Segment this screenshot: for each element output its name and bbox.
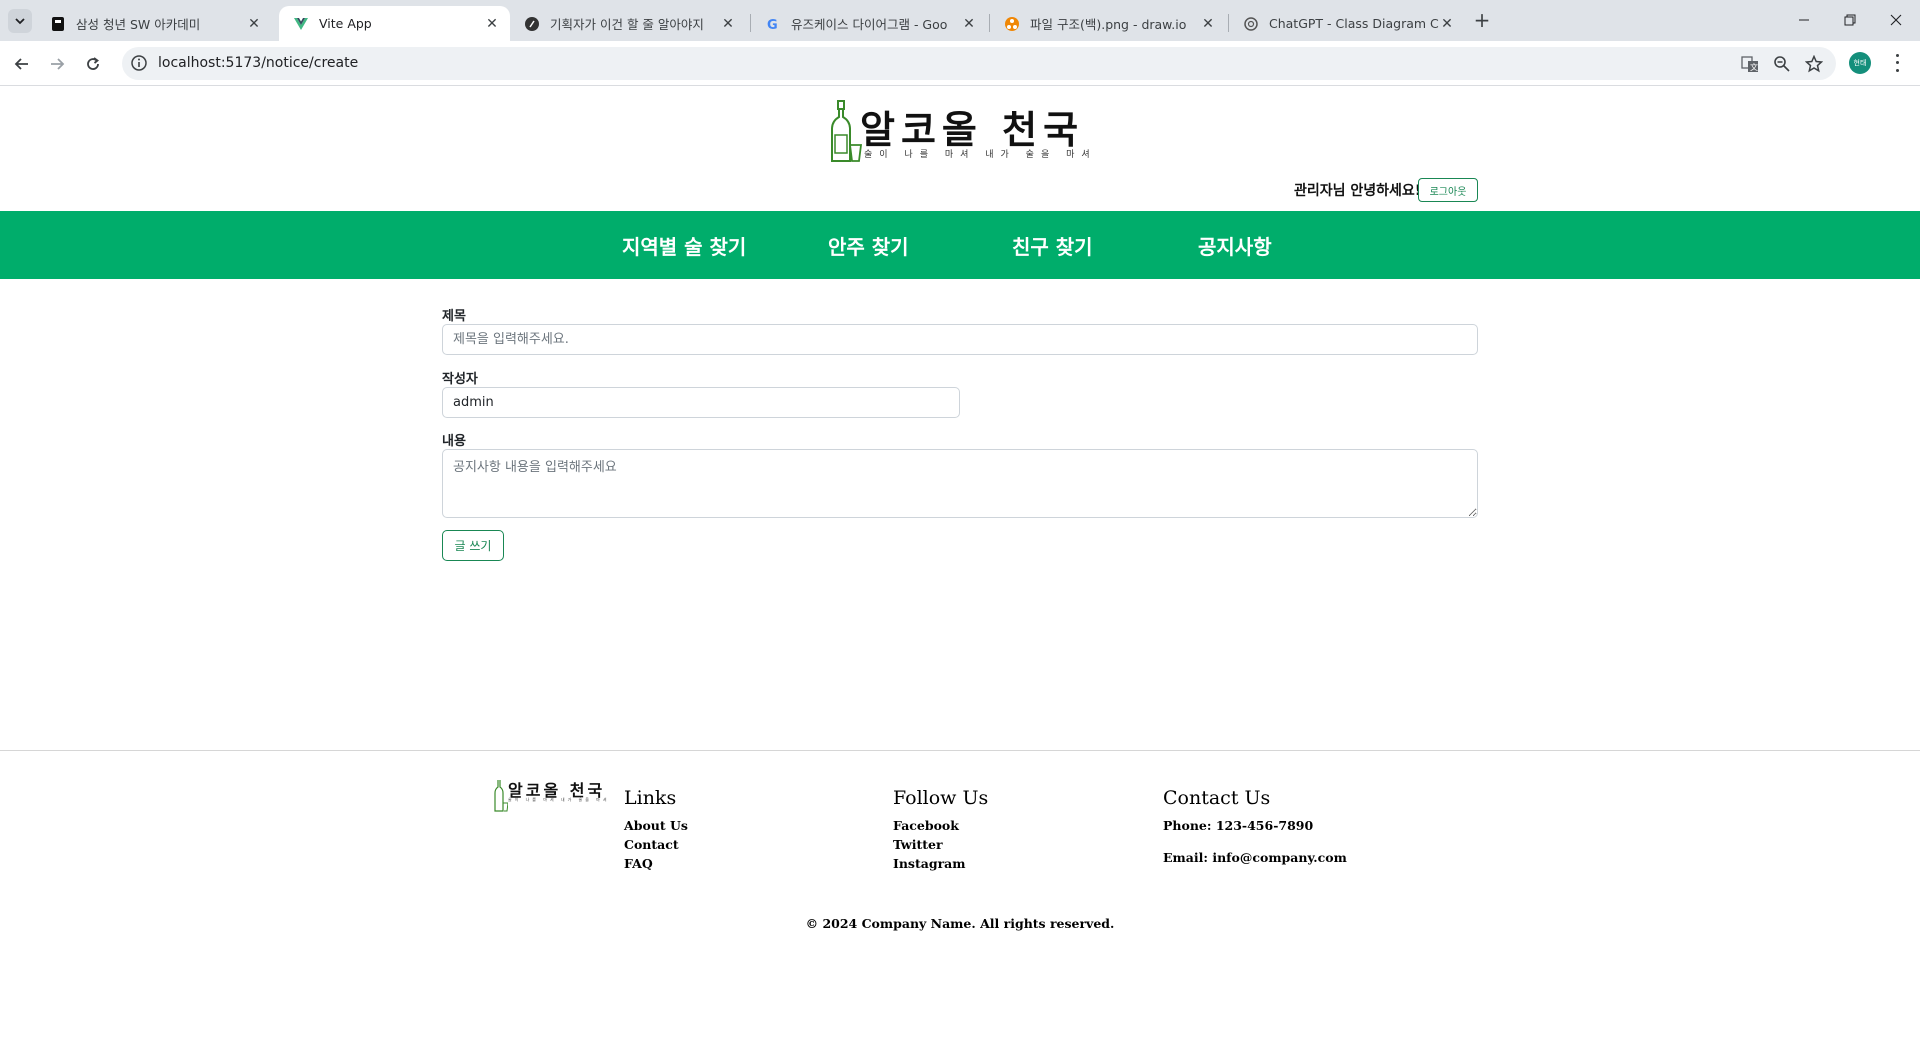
nav-item-side-dish[interactable]: 안주 찾기 <box>828 231 909 260</box>
title-label: 제목 <box>442 309 466 324</box>
browser-tab[interactable]: 삼성 청년 SW 아카데미 ✕ <box>36 6 272 41</box>
footer-logo[interactable]: 알코올 천국 술이 나를 마셔 내가 술을 마셔 <box>494 777 614 813</box>
nav-item-region-liquor[interactable]: 지역별 술 찾기 <box>622 231 746 260</box>
zoom-icon[interactable] <box>1772 54 1792 74</box>
close-icon[interactable]: ✕ <box>484 16 500 32</box>
logo-title: 알코올 천국 <box>860 108 1085 152</box>
logout-button[interactable]: 로그아웃 <box>1418 178 1478 202</box>
svg-text:文: 文 <box>1750 62 1758 72</box>
footer-link-contact[interactable]: Contact <box>624 835 688 854</box>
greeting-text: 관리자님 안녕하세요! <box>1294 183 1422 199</box>
submit-button[interactable]: 글 쓰기 <box>442 530 504 561</box>
minimize-button[interactable] <box>1792 8 1816 32</box>
close-icon[interactable]: ✕ <box>720 16 736 32</box>
new-tab-button[interactable]: + <box>1470 9 1494 33</box>
tab-title: 파일 구조(백).png - draw.io <box>1030 17 1187 32</box>
footer-link-facebook[interactable]: Facebook <box>893 816 988 835</box>
nav-item-friends[interactable]: 친구 찾기 <box>1012 231 1093 260</box>
restore-button[interactable] <box>1838 8 1862 32</box>
tab-title: 유즈케이스 다이어그램 - Goo <box>791 17 948 32</box>
browser-tabstrip: 삼성 청년 SW 아카데미 ✕ Vite App ✕ 기획자가 이건 할 줄 알… <box>0 0 1920 41</box>
vue-icon <box>293 16 309 32</box>
reload-button[interactable] <box>79 50 107 78</box>
bookmark-star-icon[interactable] <box>1804 54 1824 74</box>
logo-subtitle: 술이 나를 마셔 내가 술을 마셔 <box>864 150 1097 160</box>
contact-heading: Contact Us <box>1163 787 1271 809</box>
author-label: 작성자 <box>442 372 478 387</box>
site-info-icon[interactable] <box>130 54 148 72</box>
close-icon[interactable]: ✕ <box>246 16 262 32</box>
url-text: localhost:5173/notice/create <box>158 55 359 71</box>
tab-search-button[interactable] <box>8 9 32 33</box>
footer-contact-column: Contact Us Phone: 123-456-7890 Email: in… <box>1163 787 1347 867</box>
content-textarea[interactable] <box>442 449 1478 518</box>
tab-title: Vite App <box>319 16 372 31</box>
author-input[interactable] <box>442 387 960 418</box>
close-window-button[interactable] <box>1884 8 1908 32</box>
tab-title: ChatGPT - Class Diagram Crea <box>1269 16 1439 31</box>
footer-links-column: Links About Us Contact FAQ <box>624 787 688 873</box>
tab-title: 삼성 청년 SW 아카데미 <box>76 17 201 32</box>
close-icon[interactable]: ✕ <box>1200 16 1216 32</box>
footer-link-twitter[interactable]: Twitter <box>893 835 988 854</box>
links-heading: Links <box>624 787 677 809</box>
content-label: 내용 <box>442 434 466 449</box>
soju-bottle-icon <box>831 100 862 162</box>
tab-title: 기획자가 이건 할 줄 알아야지 <box>550 17 704 32</box>
footer-divider <box>0 750 1920 751</box>
translate-icon[interactable]: 文 <box>1740 54 1760 74</box>
nav-item-notice[interactable]: 공지사항 <box>1198 231 1272 260</box>
site-logo[interactable]: 알코올 천국 술이 나를 마셔 내가 술을 마셔 <box>830 97 1090 167</box>
close-icon[interactable]: ✕ <box>961 16 977 32</box>
google-icon: G <box>765 16 781 32</box>
title-input[interactable] <box>442 324 1478 355</box>
forward-button[interactable] <box>43 50 71 78</box>
address-bar[interactable]: localhost:5173/notice/create 文 <box>122 47 1836 80</box>
main-nav: 지역별 술 찾기 안주 찾기 친구 찾기 공지사항 <box>0 211 1920 279</box>
soju-bottle-icon <box>494 780 508 812</box>
chatgpt-icon <box>1243 16 1259 32</box>
restore-icon <box>1844 14 1856 26</box>
browser-tab[interactable]: 기획자가 이건 할 줄 알아야지 ✕ <box>510 6 746 41</box>
browser-tab[interactable]: ChatGPT - Class Diagram Crea ✕ <box>1229 6 1465 41</box>
arrow-left-icon <box>14 58 28 70</box>
reload-icon <box>87 57 99 70</box>
footer-link-about[interactable]: About Us <box>624 816 688 835</box>
follow-heading: Follow Us <box>893 787 989 809</box>
velog-icon <box>524 16 540 32</box>
browser-tab[interactable]: G 유즈케이스 다이어그램 - Goo ✕ <box>751 6 987 41</box>
browser-toolbar: localhost:5173/notice/create 文 현태 <box>0 41 1920 86</box>
footer-follow-column: Follow Us Facebook Twitter Instagram <box>893 787 988 873</box>
browser-tab-active[interactable]: Vite App ✕ <box>279 6 510 41</box>
profile-avatar[interactable]: 현태 <box>1849 52 1871 74</box>
close-icon <box>1890 14 1902 26</box>
copyright-text: © 2024 Company Name. All rights reserved… <box>805 916 1115 931</box>
ssafy-icon <box>50 16 66 32</box>
browser-tab[interactable]: 파일 구조(백).png - draw.io ✕ <box>990 6 1226 41</box>
back-button[interactable] <box>8 50 36 78</box>
arrow-right-icon <box>51 58 65 70</box>
contact-phone: Phone: 123-456-7890 <box>1163 818 1314 833</box>
chevron-down-icon <box>15 18 25 25</box>
contact-email: Email: info@company.com <box>1163 850 1347 865</box>
footer-link-instagram[interactable]: Instagram <box>893 854 988 873</box>
minimize-icon <box>1799 19 1809 21</box>
drawio-icon <box>1004 16 1020 32</box>
page: 알코올 천국 술이 나를 마셔 내가 술을 마셔 관리자님 안녕하세요! 로그아… <box>0 87 1920 1040</box>
footer-logo-subtitle: 술이 나를 마셔 내가 술을 마셔 <box>508 797 610 802</box>
close-icon[interactable]: ✕ <box>1439 16 1455 32</box>
browser-menu-button[interactable] <box>1890 52 1904 74</box>
footer-link-faq[interactable]: FAQ <box>624 854 688 873</box>
svg-text:G: G <box>767 18 778 32</box>
